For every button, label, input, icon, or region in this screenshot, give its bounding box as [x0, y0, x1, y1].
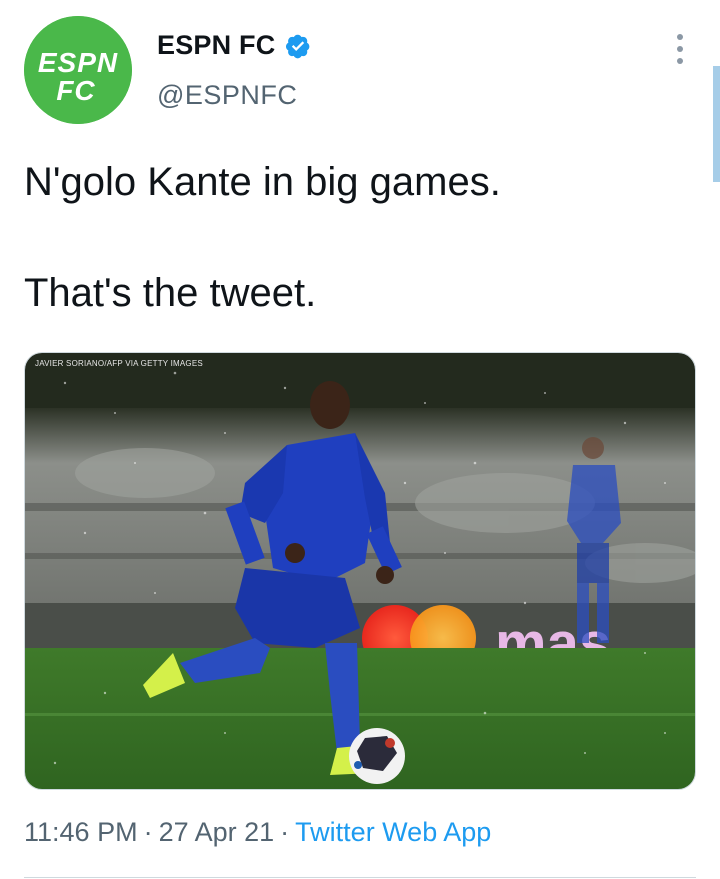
more-dot	[677, 34, 683, 40]
separator: ·	[143, 817, 153, 847]
more-dot	[677, 58, 683, 64]
tweet-detail: ESPN FC ESPN FC @ESPNFC N'golo Kante in …	[0, 0, 720, 879]
tweet-source-link[interactable]: Twitter Web App	[295, 817, 491, 847]
avatar-text-bottom: FC	[56, 75, 95, 106]
tweet-meta: 11:46 PM · 27 Apr 21 · Twitter Web App	[24, 817, 491, 848]
more-options-icon[interactable]	[666, 34, 694, 64]
football-photo: mas	[25, 353, 695, 789]
tweet-text-line-2: That's the tweet.	[24, 271, 317, 315]
photo-credit: JAVIER SORIANO/AFP VIA GETTY IMAGES	[35, 359, 203, 368]
verified-badge-icon	[285, 33, 311, 59]
tweet-time[interactable]: 11:46 PM	[24, 817, 138, 847]
divider	[24, 877, 696, 878]
author-name-row[interactable]: ESPN FC	[157, 30, 311, 61]
separator: ·	[280, 817, 290, 847]
avatar-text-top: ESPN	[38, 47, 118, 78]
football	[349, 728, 405, 784]
author-handle[interactable]: @ESPNFC	[157, 80, 297, 111]
avatar[interactable]: ESPN FC	[24, 16, 132, 124]
tweet-date[interactable]: 27 Apr 21	[159, 817, 275, 847]
tweet-text-line-1: N'golo Kante in big games.	[24, 160, 501, 204]
display-name[interactable]: ESPN FC	[157, 30, 275, 61]
espn-fc-logo: ESPN FC	[24, 16, 132, 124]
tweet-photo[interactable]: mas JAVIER SORIANO/AFP VIA GETTY IMAGES	[24, 352, 696, 790]
scrollbar-thumb[interactable]	[713, 66, 720, 182]
more-dot	[677, 46, 683, 52]
